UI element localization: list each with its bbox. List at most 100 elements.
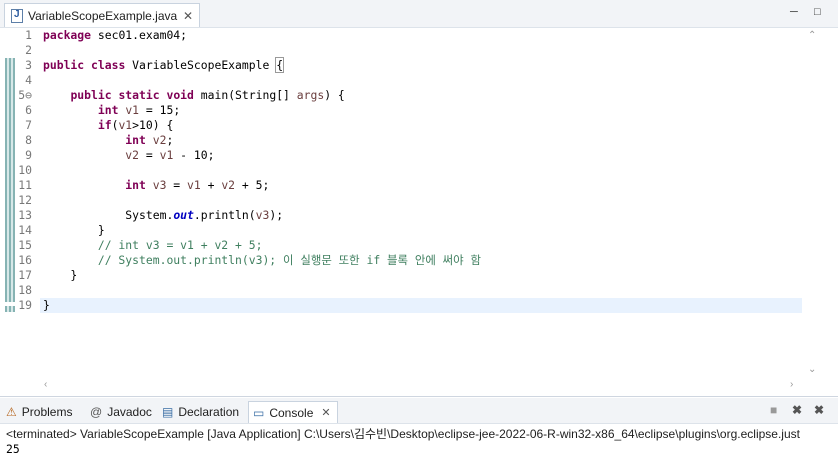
tab-label: Problems [21, 405, 73, 419]
maximize-icon[interactable]: □ [814, 6, 821, 18]
code-token: package [43, 28, 92, 42]
close-icon[interactable]: ✕ [321, 406, 330, 419]
code-token: v1 [187, 178, 201, 192]
code-token: static [118, 88, 160, 102]
code-line[interactable]: // int v3 = v1 + v2 + 5; [43, 238, 263, 253]
terminate-icon[interactable]: ■ [770, 403, 777, 417]
tab-label: Javadoc [107, 405, 152, 419]
code-token: int [125, 178, 146, 192]
code-text[interactable]: package sec01.exam04; public class Variab… [40, 28, 802, 378]
code-line[interactable]: } [43, 223, 105, 238]
scroll-left-icon[interactable]: ‹ [44, 379, 47, 390]
code-token: v2 [221, 178, 236, 192]
code-line[interactable]: int v3 = v1 + v2 + 5; [43, 178, 269, 193]
code-token: if [97, 118, 112, 132]
remove-launch-icon[interactable]: ✖ [792, 403, 802, 417]
tab-title: VariableScopeExample.java [28, 8, 178, 23]
minimize-icon[interactable]: ─ [790, 6, 798, 18]
code-token: v3 [255, 208, 270, 222]
code-token: v1 [118, 118, 133, 132]
code-line[interactable]: // System.out.println(v3); 이 실행문 또한 if 블… [43, 253, 481, 268]
code-token: int [125, 133, 146, 147]
change-ruler [4, 28, 18, 378]
code-token: = 15; [139, 103, 181, 117]
line-number: 17 [18, 268, 32, 282]
code-token: >10) { [132, 118, 174, 132]
code-token: int [97, 103, 119, 117]
code-token: public [70, 88, 112, 102]
declaration-icon: ▤ [162, 405, 174, 419]
code-token: // System.out.println(v3); 이 실행문 또한 if 블… [43, 253, 481, 267]
code-token: public [43, 58, 85, 72]
code-token: { [275, 57, 285, 73]
line-number-gutter: 1 2 3 4 5⊖ 6 7 8 9 10 11 12 13 14 15 16 17 18 19 [18, 28, 40, 378]
code-token: out [173, 208, 194, 222]
problems-icon: ⚠ [6, 405, 17, 419]
code-token: sec01.exam04; [91, 28, 188, 42]
code-token: ) { [324, 88, 345, 102]
tab-declaration[interactable]: ▤ Declaration [162, 401, 239, 423]
scroll-right-icon[interactable]: › [790, 379, 793, 390]
tab-label: Declaration [178, 405, 240, 419]
horizontal-scrollbar[interactable]: ‹ › [40, 378, 804, 394]
line-number: 3 [25, 58, 32, 72]
code-line[interactable]: public class VariableScopeExample { [43, 57, 285, 73]
code-token: v2 [125, 148, 140, 162]
console-output: 25 [6, 442, 20, 456]
editor-area: VariableScopeExample.java ✕ ─ □ 12 345⊖67… [0, 0, 838, 397]
javadoc-icon: @ [90, 405, 103, 419]
code-line[interactable]: } [43, 298, 50, 313]
vertical-scrollbar[interactable]: ⌃ ⌄ [804, 28, 820, 378]
editor-tabbar: VariableScopeExample.java ✕ ─ □ [0, 0, 838, 28]
code-token: } [43, 223, 105, 237]
code-line[interactable]: public static void main(String[] args) { [43, 88, 345, 103]
tab-javadoc[interactable]: @ Javadoc [90, 401, 152, 423]
line-number: 12 [18, 193, 32, 207]
code-token: = [139, 148, 160, 162]
code-token: main(String[] [193, 88, 297, 102]
scroll-up-icon[interactable]: ⌃ [808, 30, 816, 41]
line-number: 7 [25, 118, 32, 132]
code-token: = [166, 178, 188, 192]
bottom-panel: ⚠ Problems @ Javadoc ▤ Declaration ▭ Con… [0, 398, 838, 465]
code-token: + 5; [235, 178, 270, 192]
code-token: + [200, 178, 222, 192]
code-token: // int v3 = v1 + v2 + 5; [43, 238, 263, 252]
line-number: 6 [25, 103, 32, 117]
tab-problems[interactable]: ⚠ Problems [6, 401, 72, 423]
change-marker [5, 306, 15, 312]
java-file-icon [11, 8, 23, 23]
code-token: ); [269, 208, 284, 222]
code-token: args [296, 88, 325, 102]
line-number: 13 [18, 208, 32, 222]
code-token: v3 [152, 178, 167, 192]
line-number: 16 [18, 253, 32, 267]
code-line[interactable]: int v1 = 15; [43, 103, 180, 118]
tab-console[interactable]: ▭ Console ✕ [248, 401, 338, 423]
code-token: } [43, 268, 78, 282]
code-line[interactable]: package sec01.exam04; [43, 28, 187, 43]
code-token: VariableScopeExample [125, 58, 277, 72]
scroll-down-icon[interactable]: ⌄ [808, 364, 816, 375]
code-line[interactable]: v2 = v1 - 10; [43, 148, 214, 163]
code-token: } [43, 298, 50, 312]
line-number: 15 [18, 238, 32, 252]
code-line[interactable]: } [43, 268, 77, 283]
code-token: v2 [152, 133, 167, 147]
code-line[interactable]: int v2; [43, 133, 173, 148]
line-number: 4 [25, 73, 32, 87]
line-number: 18 [18, 283, 32, 297]
remove-all-terminated-icon[interactable]: ✖ [814, 403, 824, 417]
code-editor[interactable]: 1 2 3 4 5⊖ 6 7 8 9 10 11 12 13 14 15 16 17 18 19 package s… [0, 28, 820, 378]
close-icon[interactable]: ✕ [183, 9, 193, 23]
tab-label: Console [269, 405, 314, 420]
code-line[interactable]: System.out.println(v3); [43, 208, 283, 223]
code-line[interactable]: if(v1>10) { [43, 118, 173, 133]
line-number: 5⊖ [18, 88, 32, 102]
tab-variablescopeexample[interactable]: VariableScopeExample.java ✕ [4, 3, 200, 27]
